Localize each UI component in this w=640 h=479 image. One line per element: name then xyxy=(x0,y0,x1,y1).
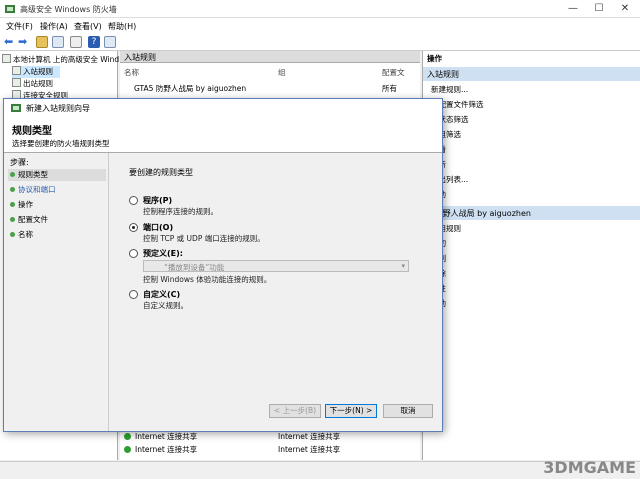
option-program-label[interactable]: 程序(P) xyxy=(143,195,172,206)
menu-help[interactable]: 帮助(H) xyxy=(108,21,136,32)
option-predefined-label[interactable]: 预定义(E): xyxy=(143,248,183,259)
column-profile[interactable]: 配置文 xyxy=(382,67,405,78)
step-protocol-port[interactable]: 协议和端口 xyxy=(8,184,106,196)
next-button[interactable]: 下一步(N) > xyxy=(325,404,377,418)
radio-custom[interactable] xyxy=(129,290,138,299)
option-port-desc: 控制 TCP 或 UDP 端口连接的规则。 xyxy=(143,234,265,243)
rule-type-question: 要创建的规则类型 xyxy=(129,168,193,177)
actions-section-inbound[interactable]: 入站规则 xyxy=(423,67,640,81)
menu-view[interactable]: 查看(V) xyxy=(74,21,102,32)
cancel-button[interactable]: 取消 xyxy=(383,404,433,418)
wizard-body: 要创建的规则类型 程序(P) 控制程序连接的规则。 端口(O) 控制 TCP 或… xyxy=(108,153,442,431)
radio-port[interactable] xyxy=(129,223,138,232)
predefined-select[interactable]: “播放到设备”功能 ▾ xyxy=(143,260,409,272)
firewall-app-icon xyxy=(10,102,22,114)
new-inbound-rule-wizard: 新建入站规则向导 规则类型 选择要创建的防火墙规则类型 步骤: 规则类型 协议和… xyxy=(3,98,443,432)
enabled-check-icon xyxy=(124,446,131,453)
toolbar: ⬅ ➡ ? xyxy=(0,34,640,51)
table-row[interactable]: Internet 连接共享 xyxy=(124,431,197,442)
center-header: 入站规则 xyxy=(120,51,420,63)
steps-label: 步骤: xyxy=(10,158,29,167)
export-icon[interactable] xyxy=(70,36,82,48)
table-row[interactable]: Internet 连接共享 xyxy=(124,444,197,455)
dialog-titlebar: 新建入站规则向导 xyxy=(4,99,442,117)
firewall-icon xyxy=(2,54,11,63)
step-profile[interactable]: 配置文件 xyxy=(8,214,106,226)
option-program-desc: 控制程序连接的规则。 xyxy=(143,207,218,216)
menu-file[interactable]: 文件(F) xyxy=(6,21,33,32)
watermark-logo: 3DMGAME xyxy=(543,458,636,477)
actions-section-rule[interactable]: 5 防野人战局 by aiguozhen xyxy=(423,206,640,220)
option-custom-desc: 自定义规则。 xyxy=(143,301,188,310)
forward-arrow-icon[interactable]: ➡ xyxy=(18,36,30,48)
actions-pane: 操作 入站规则 新建规则... 按配置文件筛选 按状态筛选 按组筛选 查看 刷新… xyxy=(422,51,640,460)
step-dot-icon xyxy=(10,202,15,207)
up-folder-icon[interactable] xyxy=(36,36,48,48)
firewall-app-icon xyxy=(4,3,16,15)
tree-root[interactable]: 本地计算机 上的高级安全 Wind xyxy=(2,54,119,66)
step-dot-icon xyxy=(10,217,15,222)
option-predefined-desc: 控制 Windows 体验功能连接的规则。 xyxy=(143,275,272,284)
option-custom-label[interactable]: 自定义(C) xyxy=(143,289,180,300)
actions-title: 操作 xyxy=(427,54,442,63)
radio-program[interactable] xyxy=(129,196,138,205)
step-dot-icon xyxy=(10,232,15,237)
chevron-down-icon: ▾ xyxy=(401,262,405,270)
dialog-heading: 规则类型 xyxy=(12,126,52,137)
option-port-label[interactable]: 端口(O) xyxy=(143,222,173,233)
step-rule-type[interactable]: 规则类型 xyxy=(8,169,106,181)
column-group[interactable]: 组 xyxy=(278,67,286,78)
help-icon[interactable]: ? xyxy=(88,36,100,48)
dialog-title: 新建入站规则向导 xyxy=(26,104,90,113)
center-title: 入站规则 xyxy=(124,53,156,62)
dialog-subheading: 选择要创建的防火墙规则类型 xyxy=(12,139,110,148)
enabled-check-icon xyxy=(124,433,131,440)
table-cell-profile: 所有 xyxy=(382,84,397,93)
window-title: 高级安全 Windows 防火墙 xyxy=(20,5,117,14)
column-name[interactable]: 名称 xyxy=(124,67,139,78)
back-button[interactable]: < 上一步(B) xyxy=(269,404,321,418)
step-action[interactable]: 操作 xyxy=(8,199,106,211)
wizard-steps: 步骤: 规则类型 协议和端口 操作 配置文件 名称 xyxy=(4,153,108,431)
step-dot-icon xyxy=(10,187,15,192)
action-new-rule[interactable]: 新建规则... xyxy=(431,84,468,95)
menu-bar: 文件(F) 操作(A) 查看(V) 帮助(H) xyxy=(0,18,640,34)
properties-icon[interactable] xyxy=(104,36,116,48)
back-arrow-icon[interactable]: ⬅ xyxy=(4,36,16,48)
close-button[interactable]: ✕ xyxy=(612,0,638,18)
radio-predefined[interactable] xyxy=(129,249,138,258)
table-row[interactable]: GTA5 防野人战局 by aiguozhen xyxy=(134,83,246,94)
show-tree-icon[interactable] xyxy=(52,36,64,48)
outbound-rules-icon xyxy=(12,78,21,87)
menu-action[interactable]: 操作(A) xyxy=(40,21,68,32)
table-cell-group: Internet 连接共享 xyxy=(278,432,341,441)
step-dot-icon xyxy=(10,172,15,177)
window-titlebar: 高级安全 Windows 防火墙 — ☐ ✕ xyxy=(0,0,640,18)
minimize-button[interactable]: — xyxy=(560,0,586,18)
dialog-header: 规则类型 选择要创建的防火墙规则类型 xyxy=(4,117,442,153)
inbound-rules-icon xyxy=(12,66,21,75)
step-name[interactable]: 名称 xyxy=(8,229,106,241)
maximize-button[interactable]: ☐ xyxy=(586,0,612,18)
tree-item-outbound-rules[interactable]: 出站规则 xyxy=(12,78,53,90)
table-cell-group: Internet 连接共享 xyxy=(278,445,341,454)
tree-item-inbound-rules[interactable]: 入站规则 xyxy=(12,66,60,78)
